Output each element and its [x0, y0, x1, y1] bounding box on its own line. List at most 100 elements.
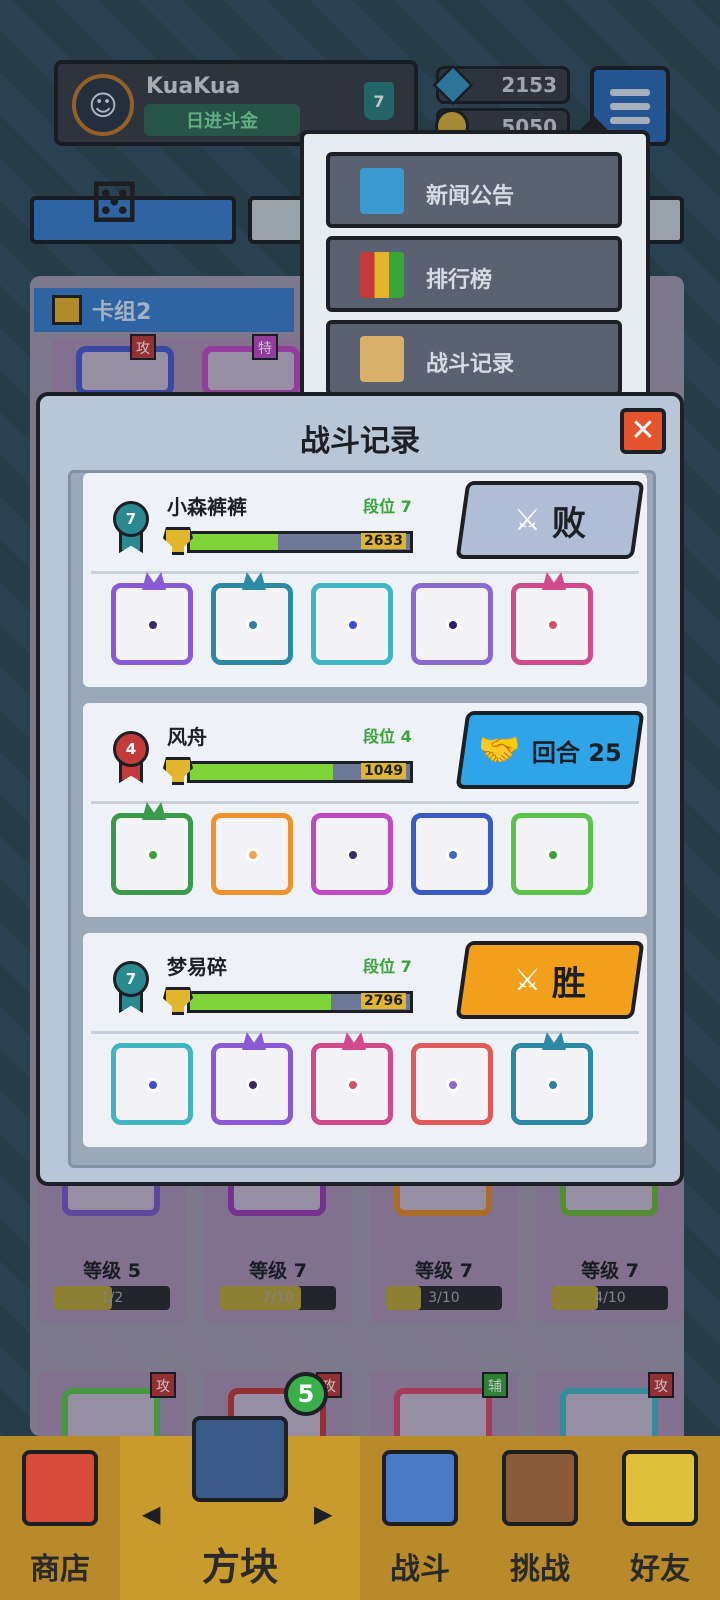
dragon-horns-icon [242, 572, 266, 590]
result-button[interactable]: ⚔ 胜 [455, 941, 645, 1019]
unit-core-icon [446, 1078, 460, 1092]
unit-card[interactable] [411, 1043, 493, 1125]
arrow-left-icon[interactable]: ◀ [142, 1500, 160, 1528]
divider [91, 801, 639, 804]
nav-battle[interactable]: 战斗 [360, 1436, 480, 1600]
unit-core-icon [446, 618, 460, 632]
dropdown-menu: 新闻公告 排行榜 战斗记录 [300, 116, 650, 420]
card-row [111, 802, 611, 903]
unit-core-icon [546, 848, 560, 862]
unit-card[interactable] [511, 813, 593, 895]
nav-shop[interactable]: 商店 [0, 1436, 120, 1600]
unit-card[interactable] [211, 813, 293, 895]
menu-item-label: 新闻公告 [426, 184, 515, 209]
rank-ribbon-icon: 4 [113, 731, 149, 783]
cube-icon [192, 1416, 288, 1502]
handshake-icon: 🤝 [477, 730, 521, 770]
battle-icon [382, 1450, 458, 1526]
close-button[interactable]: ✕ [620, 408, 666, 454]
player-name: 梦易碎 [167, 955, 227, 979]
dragon-horns-icon [242, 1032, 266, 1050]
ribbon-top: 7 [113, 961, 149, 997]
unit-core-icon [346, 848, 360, 862]
result-label: 败 [552, 503, 587, 544]
score-bar: 2796 [187, 991, 413, 1013]
friends-icon [622, 1450, 698, 1526]
rank-label: 段位 7 [363, 957, 412, 976]
unit-card[interactable] [211, 1032, 293, 1125]
score-value: 1049 [361, 763, 406, 779]
unit-card[interactable] [511, 572, 593, 665]
dragon-horns-icon [142, 572, 166, 590]
battle-record-icon [360, 336, 404, 382]
result-button[interactable]: 🤝 回合 25 [455, 711, 645, 789]
divider [91, 1031, 639, 1034]
shop-icon [22, 1450, 98, 1526]
menu-item-label: 战斗记录 [426, 352, 515, 377]
arrow-right-icon[interactable]: ▶ [314, 1500, 332, 1528]
record-item[interactable]: 4 风舟 段位 4 1049 🤝 回合 25 [83, 703, 647, 917]
unit-card[interactable] [411, 813, 493, 895]
unit-core-icon [346, 618, 360, 632]
record-item[interactable]: 7 梦易碎 段位 7 2796 ⚔ 胜 [83, 933, 647, 1147]
unit-card[interactable] [311, 1032, 393, 1125]
unit-card[interactable] [111, 572, 193, 665]
unit-core-icon [246, 1078, 260, 1092]
unit-core-icon [546, 618, 560, 632]
modal-title: 战斗记录 [300, 424, 420, 459]
score-value: 2633 [361, 533, 406, 549]
card-row [111, 572, 611, 673]
record-item[interactable]: 7 小森裤裤 段位 7 2633 ⚔ 败 [83, 473, 647, 687]
nav-label: 商店 [30, 1552, 90, 1587]
result-button[interactable]: ⚔ 败 [455, 481, 645, 559]
unit-card[interactable] [211, 572, 293, 665]
unit-card[interactable] [311, 583, 393, 665]
unit-core-icon [146, 848, 160, 862]
nav-label: 战斗 [390, 1552, 450, 1587]
unit-core-icon [246, 848, 260, 862]
menu-item-news[interactable]: 新闻公告 [326, 152, 622, 228]
nav-label: 挑战 [510, 1552, 570, 1587]
unit-core-icon [146, 1078, 160, 1092]
player-name: 风舟 [167, 725, 207, 749]
unit-card[interactable] [411, 583, 493, 665]
notification-badge: 5 [284, 1372, 328, 1416]
dragon-horns-icon [342, 1032, 366, 1050]
rank-ribbon-icon: 7 [113, 961, 149, 1013]
unit-core-icon [246, 618, 260, 632]
menu-item-label: 排行榜 [426, 268, 493, 293]
bottom-nav: 商店 方块 战斗 挑战 好友 [0, 1416, 720, 1600]
score-value: 2796 [361, 993, 406, 1009]
unit-card[interactable] [111, 1043, 193, 1125]
ribbon-top: 7 [113, 501, 149, 537]
unit-card[interactable] [311, 813, 393, 895]
score-bar: 2633 [187, 531, 413, 553]
rank-label: 段位 7 [363, 497, 412, 516]
dragon-horns-icon [542, 572, 566, 590]
nav-label: 好友 [630, 1552, 690, 1587]
unit-core-icon [346, 1078, 360, 1092]
battle-record-modal: 战斗记录 ✕ 7 小森裤裤 段位 7 2633 ⚔ 败 4 风舟 段位 4 10… [36, 392, 684, 1186]
record-list[interactable]: 7 小森裤裤 段位 7 2633 ⚔ 败 4 风舟 段位 4 1049 🤝 回合… [68, 470, 656, 1168]
nav-label: 方块 [201, 1545, 278, 1589]
unit-core-icon [146, 618, 160, 632]
result-label: 回合 25 [532, 738, 623, 767]
rank-label: 段位 4 [363, 727, 412, 746]
card-row [111, 1032, 611, 1133]
player-name: 小森裤裤 [167, 495, 247, 519]
menu-item-leaderboard[interactable]: 排行榜 [326, 236, 622, 312]
dragon-horns-icon [142, 802, 166, 820]
unit-card[interactable] [511, 1032, 593, 1125]
challenge-icon [502, 1450, 578, 1526]
unit-core-icon [546, 1078, 560, 1092]
news-icon [360, 168, 404, 214]
score-bar: 1049 [187, 761, 413, 783]
unit-core-icon [446, 848, 460, 862]
close-icon: ✕ [630, 413, 656, 448]
nav-challenge[interactable]: 挑战 [480, 1436, 600, 1600]
menu-item-battle-record[interactable]: 战斗记录 [326, 320, 622, 396]
nav-friends[interactable]: 好友 [600, 1436, 720, 1600]
result-label: 胜 [552, 963, 587, 1004]
ribbon-top: 4 [113, 731, 149, 767]
unit-card[interactable] [111, 802, 193, 895]
